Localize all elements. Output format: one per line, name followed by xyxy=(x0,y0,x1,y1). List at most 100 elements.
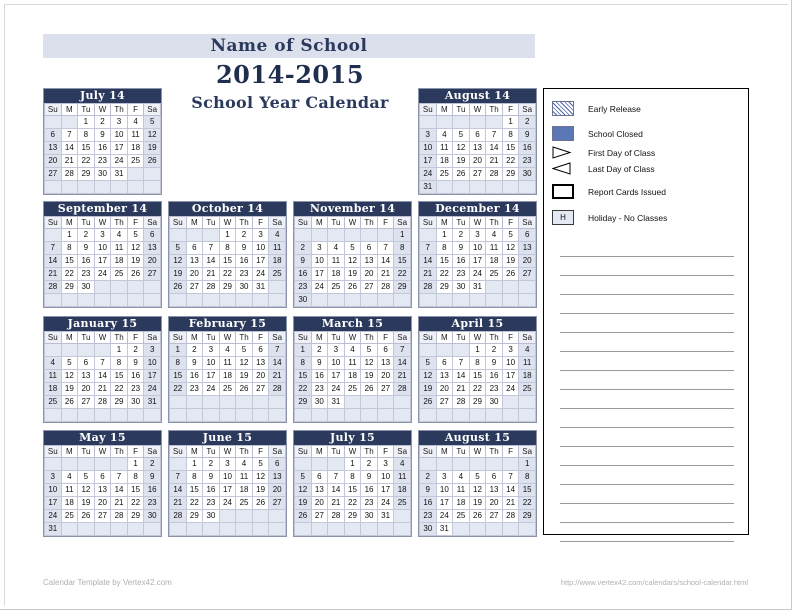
day-cell[interactable]: 8 xyxy=(60,241,79,255)
day-cell[interactable]: 13 xyxy=(77,369,95,383)
day-cell[interactable]: 8 xyxy=(294,356,312,370)
empty-day-cell[interactable] xyxy=(435,457,454,471)
day-cell[interactable]: 7 xyxy=(44,241,62,255)
empty-day-cell[interactable] xyxy=(169,408,187,422)
day-cell[interactable]: 6 xyxy=(485,470,503,484)
empty-day-cell[interactable] xyxy=(202,228,220,242)
empty-day-cell[interactable] xyxy=(327,293,345,307)
day-cell[interactable]: 5 xyxy=(77,470,95,484)
day-cell[interactable]: 1 xyxy=(343,457,362,471)
day-cell[interactable]: 2 xyxy=(294,241,312,255)
day-cell[interactable]: 19 xyxy=(343,267,362,281)
day-cell[interactable]: 10 xyxy=(110,128,128,142)
day-cell[interactable]: 5 xyxy=(60,356,79,370)
day-cell[interactable]: 31 xyxy=(143,395,161,409)
day-cell[interactable]: 10 xyxy=(143,356,161,370)
day-cell[interactable]: 1 xyxy=(60,228,79,242)
day-cell[interactable]: 14 xyxy=(452,369,470,383)
empty-day-cell[interactable] xyxy=(501,522,520,536)
empty-day-cell[interactable] xyxy=(343,522,362,536)
day-cell[interactable]: 14 xyxy=(202,254,220,268)
day-cell[interactable]: 18 xyxy=(110,254,128,268)
day-cell[interactable]: 30 xyxy=(310,395,329,409)
day-cell[interactable]: 7 xyxy=(485,128,503,142)
empty-day-cell[interactable] xyxy=(77,457,95,471)
day-cell[interactable]: 6 xyxy=(77,356,95,370)
day-cell[interactable]: 12 xyxy=(452,141,470,155)
notes-line[interactable] xyxy=(560,333,734,352)
empty-day-cell[interactable] xyxy=(185,293,204,307)
day-cell[interactable]: 19 xyxy=(468,496,487,510)
empty-day-cell[interactable] xyxy=(235,408,253,422)
day-cell[interactable]: 10 xyxy=(44,483,62,497)
day-cell[interactable]: 3 xyxy=(327,343,345,357)
empty-day-cell[interactable] xyxy=(218,522,237,536)
day-cell[interactable]: 19 xyxy=(169,267,187,281)
day-cell[interactable]: 10 xyxy=(376,470,395,484)
day-cell[interactable]: 27 xyxy=(468,167,487,181)
day-cell[interactable]: 11 xyxy=(60,483,79,497)
day-cell[interactable]: 18 xyxy=(485,254,503,268)
day-cell[interactable]: 9 xyxy=(77,241,95,255)
day-cell[interactable]: 16 xyxy=(294,267,312,281)
empty-day-cell[interactable] xyxy=(169,395,187,409)
day-cell[interactable]: 8 xyxy=(218,241,237,255)
day-cell[interactable]: 2 xyxy=(93,115,112,129)
day-cell[interactable]: 18 xyxy=(268,254,286,268)
day-cell[interactable]: 14 xyxy=(419,254,437,268)
day-cell[interactable]: 20 xyxy=(485,496,503,510)
day-cell[interactable]: 28 xyxy=(452,395,470,409)
empty-day-cell[interactable] xyxy=(435,180,454,194)
empty-day-cell[interactable] xyxy=(435,408,454,422)
empty-day-cell[interactable] xyxy=(360,228,378,242)
day-cell[interactable]: 10 xyxy=(435,483,454,497)
day-cell[interactable]: 21 xyxy=(419,267,437,281)
day-cell[interactable]: 9 xyxy=(310,356,329,370)
day-cell[interactable]: 20 xyxy=(93,496,112,510)
day-cell[interactable]: 24 xyxy=(110,154,128,168)
day-cell[interactable]: 1 xyxy=(110,343,128,357)
day-cell[interactable]: 23 xyxy=(294,280,312,294)
day-cell[interactable]: 19 xyxy=(143,141,161,155)
day-cell[interactable]: 13 xyxy=(93,483,112,497)
day-cell[interactable]: 22 xyxy=(393,267,411,281)
day-cell[interactable]: 20 xyxy=(435,382,454,396)
day-cell[interactable]: 17 xyxy=(501,369,520,383)
empty-day-cell[interactable] xyxy=(44,228,62,242)
empty-day-cell[interactable] xyxy=(376,395,395,409)
day-cell[interactable]: 3 xyxy=(419,128,437,142)
day-cell[interactable]: 5 xyxy=(343,241,362,255)
day-cell[interactable]: 19 xyxy=(235,369,253,383)
day-cell[interactable]: 23 xyxy=(360,496,378,510)
day-cell[interactable]: 7 xyxy=(268,343,286,357)
day-cell[interactable]: 26 xyxy=(60,395,79,409)
day-cell[interactable]: 15 xyxy=(435,254,454,268)
day-cell[interactable]: 15 xyxy=(126,483,145,497)
day-cell[interactable]: 23 xyxy=(485,382,503,396)
day-cell[interactable]: 16 xyxy=(143,483,161,497)
day-cell[interactable]: 8 xyxy=(169,356,187,370)
day-cell[interactable]: 5 xyxy=(169,241,187,255)
day-cell[interactable]: 25 xyxy=(343,382,362,396)
empty-day-cell[interactable] xyxy=(235,522,253,536)
day-cell[interactable]: 1 xyxy=(77,115,95,129)
day-cell[interactable]: 29 xyxy=(343,509,362,523)
empty-day-cell[interactable] xyxy=(169,522,187,536)
empty-day-cell[interactable] xyxy=(251,395,270,409)
day-cell[interactable]: 7 xyxy=(60,128,79,142)
day-cell[interactable]: 26 xyxy=(77,509,95,523)
day-cell[interactable]: 3 xyxy=(110,115,128,129)
day-cell[interactable]: 12 xyxy=(143,128,161,142)
day-cell[interactable]: 28 xyxy=(376,280,395,294)
empty-day-cell[interactable] xyxy=(310,408,329,422)
day-cell[interactable]: 8 xyxy=(185,470,204,484)
day-cell[interactable]: 7 xyxy=(169,470,187,484)
day-cell[interactable]: 25 xyxy=(268,267,286,281)
day-cell[interactable]: 12 xyxy=(343,254,362,268)
day-cell[interactable]: 8 xyxy=(468,356,487,370)
day-cell[interactable]: 7 xyxy=(93,356,112,370)
empty-day-cell[interactable] xyxy=(518,395,536,409)
day-cell[interactable]: 18 xyxy=(452,496,470,510)
day-cell[interactable]: 27 xyxy=(376,382,395,396)
day-cell[interactable]: 29 xyxy=(518,509,536,523)
